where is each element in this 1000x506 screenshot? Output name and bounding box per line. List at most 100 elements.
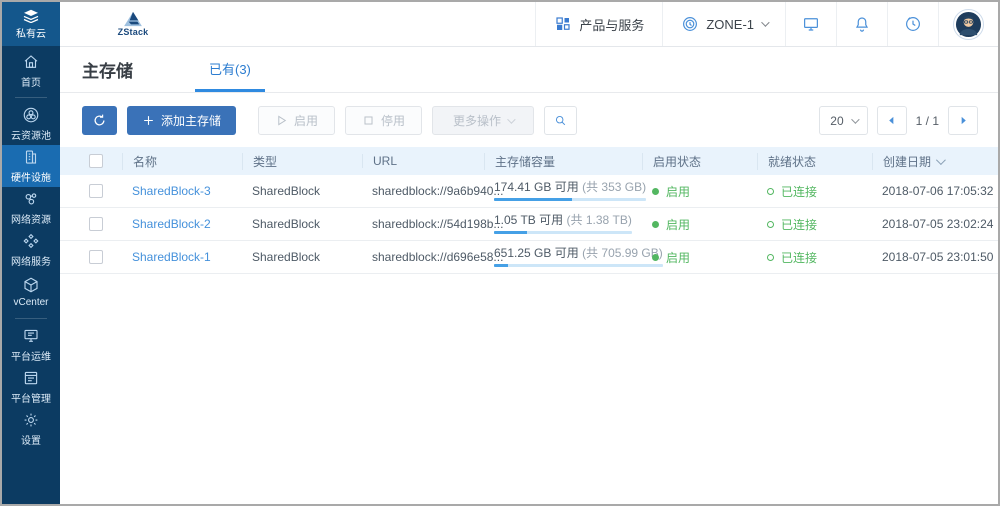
- column-header-url[interactable]: URL: [362, 154, 494, 168]
- capacity-available: 174.41 GB 可用: [494, 180, 579, 194]
- column-header-enable-status[interactable]: 启用状态: [642, 153, 767, 170]
- sidebar-item-home[interactable]: 首页: [2, 50, 60, 92]
- capacity-bar: [494, 231, 632, 234]
- sidebar-item-network-service[interactable]: 网络服务: [2, 229, 60, 271]
- status-dot-icon: [652, 221, 659, 228]
- ready-status-badge: 已连接: [767, 249, 817, 266]
- disable-button[interactable]: 停用: [345, 106, 422, 135]
- monitor-icon: [802, 15, 820, 33]
- row-checkbox[interactable]: [89, 184, 103, 198]
- sidebar-divider: [15, 318, 47, 319]
- column-header-type[interactable]: 类型: [242, 153, 372, 170]
- app-window: 私有云 首页 云资源池 硬件设施: [0, 0, 1000, 506]
- operation-history-button[interactable]: [887, 2, 938, 46]
- products-services-label: 产品与服务: [579, 15, 644, 34]
- table-row[interactable]: SharedBlock-1 SharedBlock sharedblock://…: [60, 241, 998, 274]
- table-header-row: 名称 类型 URL 主存储容量 启用状态 就绪状态 创建日期: [60, 147, 998, 175]
- settings-icon: [22, 411, 40, 429]
- vcenter-icon: [22, 276, 40, 294]
- refresh-button[interactable]: [82, 106, 117, 135]
- add-primary-storage-button[interactable]: 添加主存储: [127, 106, 236, 135]
- console-button[interactable]: [785, 2, 836, 46]
- enable-button[interactable]: 启用: [258, 106, 335, 135]
- enable-status-badge: 启用: [652, 183, 690, 200]
- zone-icon: [681, 15, 699, 33]
- column-header-capacity[interactable]: 主存储容量: [484, 153, 652, 170]
- capacity-bar: [494, 198, 646, 201]
- grid-icon: [554, 15, 572, 33]
- storage-name-link[interactable]: SharedBlock-1: [132, 250, 211, 264]
- storage-url: sharedblock://d696e58...: [372, 250, 494, 264]
- storage-name-link[interactable]: SharedBlock-3: [132, 184, 211, 198]
- sidebar-divider: [15, 97, 47, 98]
- created-date: 2018-07-05 23:01:50: [882, 250, 998, 264]
- sidebar: 私有云 首页 云资源池 硬件设施: [2, 2, 60, 504]
- column-header-name[interactable]: 名称: [122, 153, 252, 170]
- sidebar-item-hardware[interactable]: 硬件设施: [2, 145, 60, 187]
- sidebar-item-settings[interactable]: 设置: [2, 408, 60, 450]
- capacity-cell: 651.25 GB 可用 (共 705.99 GB): [494, 244, 663, 267]
- page-title: 主存储: [82, 57, 133, 82]
- primary-storage-table: 名称 类型 URL 主存储容量 启用状态 就绪状态 创建日期 SharedBlo…: [60, 147, 998, 274]
- refresh-icon: [92, 113, 107, 128]
- storage-type: SharedBlock: [252, 250, 372, 264]
- notifications-button[interactable]: [836, 2, 887, 46]
- storage-type: SharedBlock: [252, 217, 372, 231]
- platform-mgmt-icon: [22, 369, 40, 387]
- avatar: [953, 9, 984, 40]
- sidebar-item-platform-mgmt[interactable]: 平台管理: [2, 366, 60, 408]
- sidebar-item-platform-ops[interactable]: 平台运维: [2, 324, 60, 366]
- plus-icon: [142, 114, 155, 127]
- sidebar-logo[interactable]: 私有云: [2, 2, 60, 46]
- prev-page-button[interactable]: [877, 106, 907, 135]
- sidebar-item-network-resource[interactable]: 网络资源: [2, 187, 60, 229]
- capacity-total: (共 1.38 TB): [567, 213, 632, 227]
- status-dot-icon: [652, 254, 659, 261]
- capacity-bar-fill: [494, 264, 508, 267]
- zstack-logo-icon: [122, 11, 144, 27]
- storage-type: SharedBlock: [252, 184, 372, 198]
- next-page-button[interactable]: [948, 106, 978, 135]
- select-all-checkbox[interactable]: [89, 154, 103, 168]
- storage-url: sharedblock://9a6b940...: [372, 184, 494, 198]
- capacity-available: 651.25 GB 可用: [494, 246, 579, 260]
- created-date: 2018-07-05 23:02:24: [882, 217, 998, 231]
- user-menu[interactable]: [938, 2, 998, 46]
- enable-status-badge: 启用: [652, 249, 690, 266]
- column-header-created[interactable]: 创建日期: [872, 153, 998, 170]
- bell-icon: [853, 15, 871, 33]
- main-area: ZStack 产品与服务 ZONE-1: [60, 2, 998, 504]
- zstack-logo[interactable]: ZStack: [60, 11, 170, 37]
- page-size-select[interactable]: 20: [819, 106, 867, 135]
- sidebar-logo-label: 私有云: [16, 25, 46, 40]
- column-header-ready-status[interactable]: 就绪状态: [757, 153, 882, 170]
- status-ring-icon: [767, 221, 774, 228]
- toolbar: 添加主存储 启用 停用 更多操作 20: [60, 93, 998, 147]
- chevron-down-icon: [851, 115, 859, 123]
- sort-chevron-icon: [936, 155, 946, 165]
- pagination: 20 1 / 1: [819, 106, 978, 135]
- products-services-menu[interactable]: 产品与服务: [535, 2, 662, 46]
- sidebar-nav: 首页 云资源池 硬件设施 网络资源: [2, 46, 60, 504]
- capacity-cell: 174.41 GB 可用 (共 353 GB): [494, 178, 646, 201]
- sidebar-item-cloud-pool[interactable]: 云资源池: [2, 103, 60, 145]
- storage-url: sharedblock://54d198b...: [372, 217, 494, 231]
- table-row[interactable]: SharedBlock-2 SharedBlock sharedblock://…: [60, 208, 998, 241]
- network-service-icon: [22, 232, 40, 250]
- storage-name-link[interactable]: SharedBlock-2: [132, 217, 211, 231]
- status-ring-icon: [767, 254, 774, 261]
- row-checkbox[interactable]: [89, 217, 103, 231]
- capacity-bar-fill: [494, 231, 527, 234]
- stop-icon: [362, 114, 375, 127]
- search-button[interactable]: [544, 106, 577, 135]
- sidebar-item-vcenter[interactable]: vCenter: [2, 271, 60, 313]
- page-header: 主存储 已有(3): [60, 47, 998, 93]
- status-dot-icon: [652, 188, 659, 195]
- capacity-bar-fill: [494, 198, 572, 201]
- ready-status-badge: 已连接: [767, 216, 817, 233]
- table-row[interactable]: SharedBlock-3 SharedBlock sharedblock://…: [60, 175, 998, 208]
- zone-selector[interactable]: ZONE-1: [662, 2, 785, 46]
- tab-existing[interactable]: 已有(3): [195, 47, 265, 92]
- row-checkbox[interactable]: [89, 250, 103, 264]
- more-actions-button[interactable]: 更多操作: [432, 106, 534, 135]
